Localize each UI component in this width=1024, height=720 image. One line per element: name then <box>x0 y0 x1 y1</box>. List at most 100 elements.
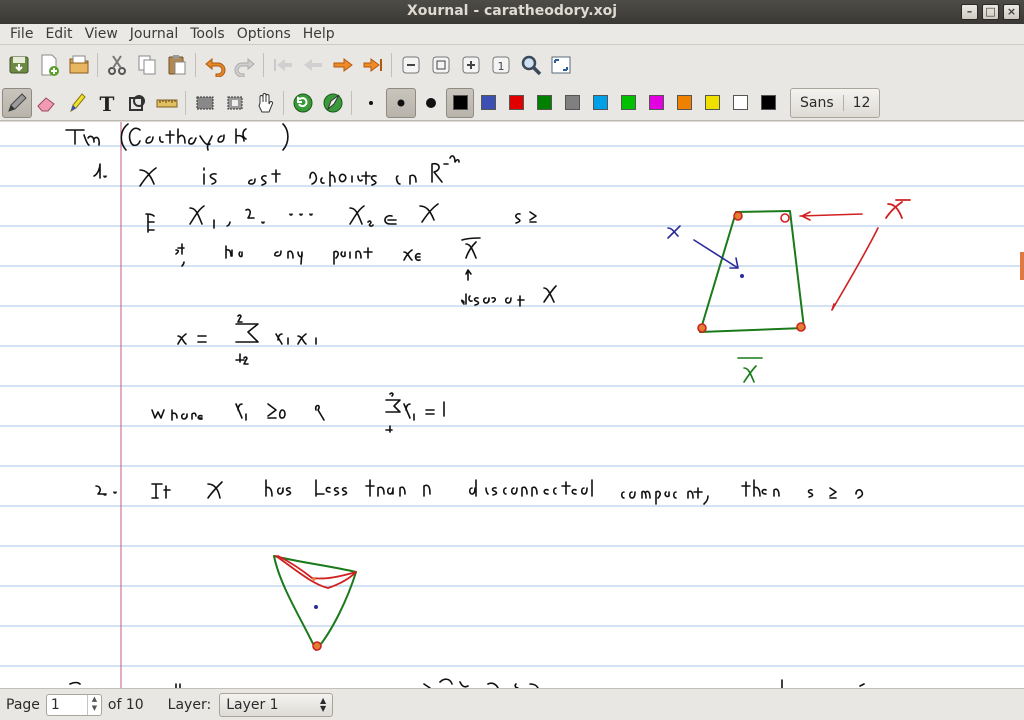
menu-help[interactable]: Help <box>297 26 341 42</box>
svg-text:1: 1 <box>498 60 505 73</box>
note-canvas[interactable] <box>0 122 1024 688</box>
toolbar-separator <box>388 51 396 79</box>
layer-label: Layer: <box>167 696 212 713</box>
menu-tools[interactable]: Tools <box>184 26 231 42</box>
menu-file[interactable]: File <box>4 26 39 42</box>
cut-icon[interactable] <box>102 50 132 80</box>
menu-edit[interactable]: Edit <box>39 26 78 42</box>
last-page-icon[interactable] <box>358 50 388 80</box>
layer-value: Layer 1 <box>226 696 279 713</box>
redo-icon[interactable] <box>230 50 260 80</box>
font-button[interactable]: Sans 12 <box>790 87 881 118</box>
ink-bottom-cutoff <box>69 678 865 688</box>
zoom-fit-icon[interactable] <box>426 50 456 80</box>
save-icon[interactable] <box>4 50 34 80</box>
undo-icon[interactable] <box>200 50 230 80</box>
tools-toolbar: T Sans 12 <box>0 85 1024 121</box>
first-page-icon[interactable] <box>268 50 298 80</box>
highlighter-icon[interactable] <box>62 88 92 118</box>
zoom-in-icon[interactable] <box>456 50 486 80</box>
zoom-out-icon[interactable] <box>396 50 426 80</box>
figure-quadrilateral <box>667 199 911 383</box>
color-yellow[interactable] <box>698 88 726 118</box>
dropdown-arrows-icon: ▲ ▼ <box>320 695 327 713</box>
thin-dot-icon[interactable] <box>356 88 386 118</box>
color-swatch-green <box>536 95 552 110</box>
color-swatch-blue <box>480 95 496 110</box>
ruled-lines <box>0 145 1024 667</box>
select-region-icon[interactable] <box>220 88 250 118</box>
color-magenta[interactable] <box>642 88 670 118</box>
svg-text:T: T <box>100 92 115 115</box>
pen-icon[interactable] <box>2 87 32 118</box>
select-rectangle-icon[interactable] <box>190 88 220 118</box>
toolbar-separator <box>94 51 102 79</box>
hand-icon[interactable] <box>250 88 280 118</box>
ruler-icon[interactable] <box>152 88 182 118</box>
toolbar-separator <box>182 89 190 117</box>
ink-black <box>65 123 864 505</box>
medium-dot-icon[interactable] <box>386 87 416 118</box>
close-button[interactable]: × <box>1003 4 1020 20</box>
text-icon[interactable]: T <box>92 88 122 118</box>
menu-journal[interactable]: Journal <box>124 26 184 42</box>
color-orange[interactable] <box>670 88 698 118</box>
maximize-button[interactable]: □ <box>982 4 999 20</box>
zoom-100-icon[interactable]: 1 <box>486 50 516 80</box>
color-black[interactable] <box>446 87 474 118</box>
color-light-green[interactable] <box>614 88 642 118</box>
color-custom[interactable] <box>754 88 782 118</box>
main-toolbar: 1 <box>0 45 1024 85</box>
find-icon[interactable] <box>516 50 546 80</box>
layer-select[interactable]: Layer 1 ▲ ▼ <box>219 692 334 717</box>
color-swatch-magenta <box>648 95 664 110</box>
figure-triangle <box>273 555 357 651</box>
color-swatch-yellow <box>704 95 720 110</box>
next-page-icon[interactable] <box>328 50 358 80</box>
color-swatch-white <box>732 95 748 110</box>
color-light-blue[interactable] <box>586 88 614 118</box>
color-swatch-light-green <box>620 95 636 110</box>
page-spinner[interactable]: 1 ▲ ▼ <box>45 693 102 716</box>
color-swatch-black <box>452 95 468 110</box>
menu-bar: File Edit View Journal Tools Options Hel… <box>0 24 1024 45</box>
default-tools-icon[interactable] <box>318 88 348 118</box>
color-swatch-gray <box>564 95 580 110</box>
menu-view[interactable]: View <box>79 26 124 42</box>
title-bar: Xournal - caratheodory.xoj – □ × <box>0 0 1024 24</box>
shape-recognizer-icon[interactable] <box>122 88 152 118</box>
toolbar-separator <box>192 51 200 79</box>
color-gray[interactable] <box>558 88 586 118</box>
copy-icon[interactable] <box>132 50 162 80</box>
status-bar: Page 1 ▲ ▼ of 10 Layer: Layer 1 ▲ ▼ <box>0 688 1024 720</box>
color-green[interactable] <box>530 88 558 118</box>
previous-page-icon[interactable] <box>298 50 328 80</box>
toolbar-separator <box>260 51 268 79</box>
color-swatch-orange <box>676 95 692 110</box>
color-red[interactable] <box>502 88 530 118</box>
spinner-arrows-icon[interactable]: ▲ ▼ <box>86 694 101 715</box>
toolbar-separator <box>280 89 288 117</box>
page-total: of 10 <box>107 696 144 713</box>
menu-options[interactable]: Options <box>231 26 297 42</box>
font-size: 12 <box>842 94 880 111</box>
window-title: Xournal - caratheodory.xoj <box>406 3 618 19</box>
minimize-button[interactable]: – <box>961 4 978 20</box>
open-folder-icon[interactable] <box>64 50 94 80</box>
color-swatch-custom <box>760 95 776 110</box>
eraser-icon[interactable] <box>32 88 62 118</box>
color-swatch-light-blue <box>592 95 608 110</box>
vertical-scrollbar-thumb[interactable] <box>1020 252 1024 280</box>
fullscreen-icon[interactable] <box>546 50 576 80</box>
thick-dot-icon[interactable] <box>416 88 446 118</box>
color-blue[interactable] <box>474 88 502 118</box>
refresh-icon[interactable] <box>288 88 318 118</box>
toolbar-separator <box>348 89 356 117</box>
new-page-icon[interactable] <box>34 50 64 80</box>
ruled-page <box>0 122 1024 688</box>
paste-icon[interactable] <box>162 50 192 80</box>
page-label: Page <box>6 696 40 713</box>
color-white[interactable] <box>726 88 754 118</box>
color-swatch-red <box>508 95 524 110</box>
font-name: Sans <box>800 94 834 111</box>
